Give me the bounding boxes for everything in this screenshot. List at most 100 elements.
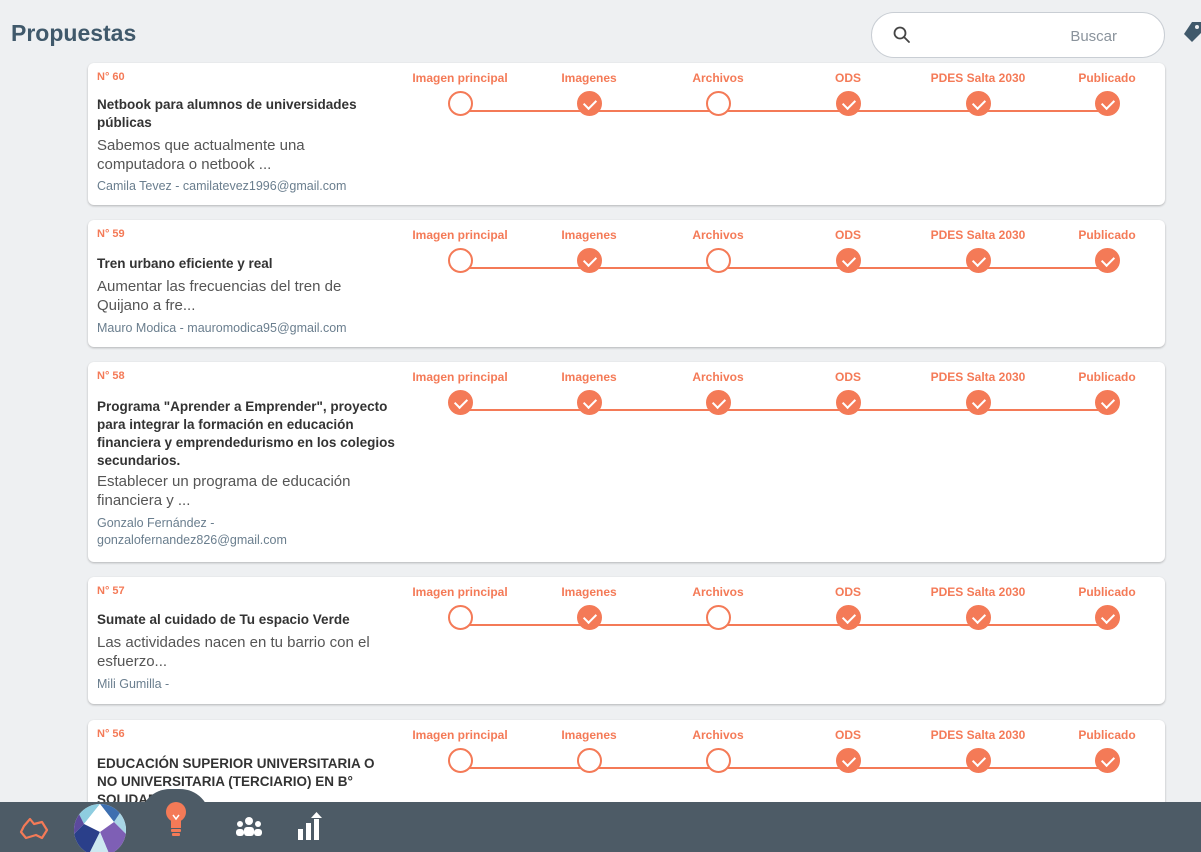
progress-step: PDES Salta 2030: [908, 69, 1048, 116]
step-label: ODS: [834, 370, 861, 384]
proposal-card[interactable]: N° 59 Tren urbano eficiente y real Aumenta…: [88, 220, 1165, 347]
step-complete-check-icon: [576, 248, 602, 273]
step-pending-circle-icon: [447, 248, 473, 273]
progress-steps: Imagen principal Imagenes Archivos ODS PDES …: [390, 726, 1160, 786]
proposal-title[interactable]: Netbook para alumnos de universidades pú…: [97, 96, 397, 132]
progress-step: Archivos: [648, 368, 788, 415]
search-icon[interactable]: [892, 25, 912, 45]
step-label: Imagen principal: [412, 585, 508, 599]
step-label: Imagenes: [561, 728, 617, 742]
page-title: Propuestas: [11, 20, 137, 46]
proposal-number: N° 58: [97, 370, 125, 382]
step-pending-circle-icon: [705, 605, 731, 630]
step-label: ODS: [834, 728, 861, 742]
step-label: Publicado: [1078, 370, 1136, 384]
step-complete-check-icon: [1094, 248, 1120, 273]
cloud-icon[interactable]: [18, 816, 50, 842]
progress-step: ODS: [778, 226, 918, 273]
tag-icon[interactable]: [1182, 20, 1201, 44]
step-label: Archivos: [692, 71, 744, 85]
people-icon[interactable]: [234, 816, 264, 838]
progress-step: Imagenes: [519, 726, 659, 773]
stats-icon[interactable]: [296, 812, 324, 842]
step-complete-check-icon: [835, 91, 861, 116]
step-complete-check-icon: [576, 390, 602, 415]
progress-step: PDES Salta 2030: [908, 583, 1048, 630]
proposal-title[interactable]: Sumate al cuidado de Tu espacio Verde: [97, 611, 397, 629]
progress-step: Archivos: [648, 583, 788, 630]
step-label: Archivos: [692, 370, 744, 384]
proposal-title[interactable]: EDUCACIÓN SUPERIOR UNIVERSITARIA O NO UN…: [97, 755, 397, 809]
step-complete-check-icon: [576, 605, 602, 630]
proposal-card[interactable]: N° 57 Sumate al cuidado de Tu espacio Ver…: [88, 577, 1165, 704]
step-pending-circle-icon: [447, 91, 473, 116]
step-label: PDES Salta 2030: [930, 728, 1026, 742]
proposal-number: N° 57: [97, 585, 125, 597]
step-label: ODS: [834, 228, 861, 242]
step-label: Archivos: [692, 228, 744, 242]
progress-steps: Imagen principal Imagenes Archivos ODS PDES …: [390, 226, 1160, 286]
progress-steps: Imagen principal Imagenes Archivos ODS PDES …: [390, 368, 1160, 428]
progress-step: PDES Salta 2030: [908, 368, 1048, 415]
progress-step: Publicado: [1037, 726, 1177, 773]
header: Propuestas: [0, 0, 1201, 62]
lightbulb-icon[interactable]: [162, 802, 190, 842]
progress-steps: Imagen principal Imagenes Archivos ODS PDES …: [390, 583, 1160, 643]
proposal-description: Sabemos que actualmente una computadora …: [97, 137, 305, 173]
step-label: Archivos: [692, 728, 744, 742]
proposal-title[interactable]: Tren urbano eficiente y real: [97, 255, 397, 273]
step-label: ODS: [834, 71, 861, 85]
step-label: Imagenes: [561, 585, 617, 599]
proposal-description: Establecer un programa de educación fina…: [97, 473, 351, 509]
bottom-nav: [0, 802, 1201, 852]
step-pending-circle-icon: [705, 248, 731, 273]
step-label: PDES Salta 2030: [930, 370, 1026, 384]
step-pending-circle-icon: [576, 748, 602, 773]
progress-step: Archivos: [648, 726, 788, 773]
proposal-number: N° 56: [97, 728, 125, 740]
step-pending-circle-icon: [447, 748, 473, 773]
progress-step: Imagen principal: [390, 226, 530, 273]
progress-step: ODS: [778, 69, 918, 116]
progress-step: Archivos: [648, 226, 788, 273]
progress-step: PDES Salta 2030: [908, 226, 1048, 273]
progress-step: Imagen principal: [390, 69, 530, 116]
step-complete-check-icon: [965, 605, 991, 630]
step-pending-circle-icon: [705, 91, 731, 116]
progress-step: Imagen principal: [390, 583, 530, 630]
step-label: Publicado: [1078, 71, 1136, 85]
progress-step: ODS: [778, 368, 918, 415]
proposal-card[interactable]: N° 60 Netbook para alumnos de universidad…: [88, 63, 1165, 205]
step-pending-circle-icon: [705, 748, 731, 773]
step-complete-check-icon: [705, 390, 731, 415]
step-complete-check-icon: [447, 390, 473, 415]
step-label: PDES Salta 2030: [930, 71, 1026, 85]
progress-step: Publicado: [1037, 583, 1177, 630]
step-label: Publicado: [1078, 728, 1136, 742]
step-label: Archivos: [692, 585, 744, 599]
step-complete-check-icon: [965, 390, 991, 415]
proposal-description: Aumentar las frecuencias del tren de Qui…: [97, 278, 342, 314]
step-complete-check-icon: [576, 91, 602, 116]
step-label: PDES Salta 2030: [930, 228, 1026, 242]
proposal-title[interactable]: Programa "Aprender a Emprender", proyect…: [97, 398, 397, 470]
step-complete-check-icon: [1094, 91, 1120, 116]
step-complete-check-icon: [835, 605, 861, 630]
search-input[interactable]: [932, 21, 1157, 51]
progress-step: Archivos: [648, 69, 788, 116]
progress-step: Imagenes: [519, 226, 659, 273]
step-label: Imagenes: [561, 370, 617, 384]
avatar[interactable]: [74, 804, 126, 852]
proposal-author: Camila Tevez - camilatevez1996@gmail.com: [97, 179, 347, 193]
proposal-description: Las actividades nacen en tu barrio con e…: [97, 634, 370, 670]
progress-step: Imagen principal: [390, 368, 530, 415]
step-complete-check-icon: [1094, 390, 1120, 415]
progress-step: Imagenes: [519, 69, 659, 116]
step-complete-check-icon: [965, 248, 991, 273]
search-box[interactable]: [871, 12, 1165, 58]
step-label: Imagen principal: [412, 228, 508, 242]
step-label: Publicado: [1078, 228, 1136, 242]
proposal-card[interactable]: N° 58 Programa "Aprender a Emprender", pr…: [88, 362, 1165, 562]
step-label: Imagenes: [561, 71, 617, 85]
proposal-number: N° 60: [97, 71, 125, 83]
